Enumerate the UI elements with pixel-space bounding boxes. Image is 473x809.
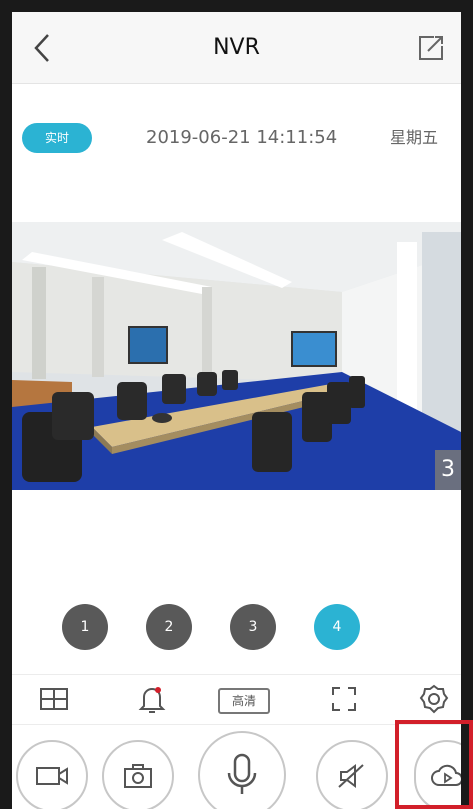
- grid-icon: [40, 688, 68, 710]
- microphone-icon: [227, 753, 257, 794]
- live-badge[interactable]: 实时: [22, 123, 92, 153]
- tool-bar: 高清: [12, 674, 461, 722]
- alarm-button[interactable]: [132, 681, 172, 717]
- cloud-playback-button[interactable]: [414, 740, 461, 809]
- settings-button[interactable]: [414, 681, 454, 717]
- mute-button[interactable]: [316, 740, 388, 809]
- channel-button-2[interactable]: 2: [146, 604, 192, 650]
- fullscreen-button[interactable]: [324, 681, 364, 717]
- camera-icon: [124, 764, 152, 788]
- layout-button[interactable]: [34, 681, 74, 717]
- share-button[interactable]: [413, 30, 449, 66]
- channel-button-4[interactable]: 4: [314, 604, 360, 650]
- quality-toggle[interactable]: 高清: [218, 688, 270, 714]
- action-bar: [12, 724, 461, 809]
- speaker-mute-icon: [338, 764, 364, 788]
- talk-button[interactable]: [198, 731, 286, 809]
- status-bar: 实时 2019-06-21 14:11:54 星期五: [12, 84, 461, 222]
- conference-room-image: [12, 222, 461, 490]
- video-camera-icon: [36, 767, 68, 785]
- gear-icon: [419, 684, 449, 714]
- share-icon: [419, 36, 443, 60]
- weekday-label: 星期五: [390, 128, 439, 147]
- fullscreen-icon: [332, 687, 356, 711]
- channel-selector: 1 2 3 4: [12, 604, 461, 656]
- video-feed[interactable]: [12, 222, 461, 490]
- channel-button-1[interactable]: 1: [62, 604, 108, 650]
- timestamp: 2019-06-21 14:11:54: [146, 127, 338, 148]
- record-button[interactable]: [16, 740, 88, 809]
- phone-frame: NVR 实时 2019-06-21 14:11:54 星期五 3 1 2 3 4…: [0, 0, 473, 809]
- channel-button-3[interactable]: 3: [230, 604, 276, 650]
- app-header: NVR: [12, 12, 461, 84]
- page-title: NVR: [213, 35, 260, 60]
- bell-icon: [138, 687, 166, 713]
- cloud-playback-icon: [431, 764, 461, 786]
- camera-number: 3: [435, 450, 461, 490]
- snapshot-button[interactable]: [102, 740, 174, 809]
